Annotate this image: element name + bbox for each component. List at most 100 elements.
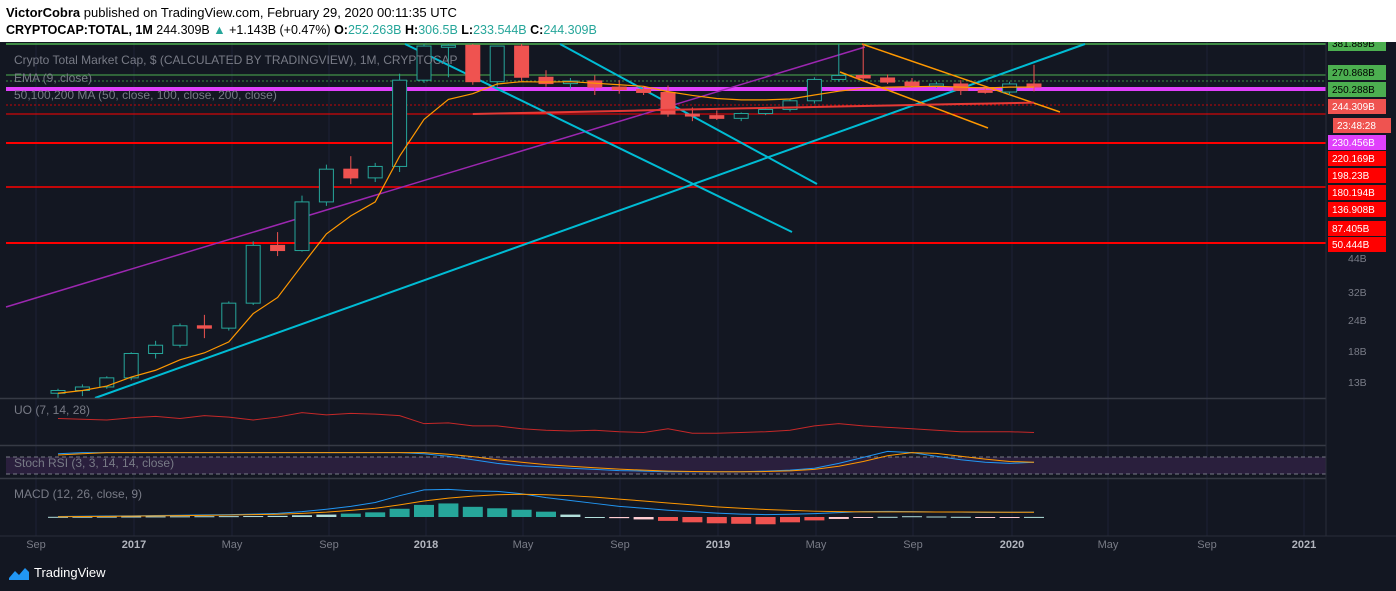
legend-ema: EMA (9, close) — [14, 71, 92, 85]
stoch-legend: Stoch RSI (3, 3, 14, 14, close) — [14, 456, 174, 470]
candle — [1002, 83, 1018, 93]
tradingview-brand[interactable]: TradingView — [34, 565, 106, 580]
macd-hist-bar — [365, 512, 386, 517]
time-tick-label: 2018 — [414, 539, 438, 551]
macd-hist-bar — [999, 517, 1020, 518]
price-label-text: 270.868B — [1332, 68, 1375, 79]
legend-title: Crypto Total Market Cap, $ (CALCULATED B… — [14, 53, 457, 67]
price-tick-label: 13B — [1348, 377, 1367, 389]
chart-header: VictorCobra published on TradingView.com… — [0, 0, 1396, 42]
time-tick-label: 2021 — [1292, 539, 1316, 551]
macd-hist-bar — [414, 504, 434, 517]
author-name[interactable]: VictorCobra — [6, 5, 80, 20]
candle — [318, 168, 334, 203]
macd-hist-bar — [170, 516, 190, 518]
open-value: 252.263B — [347, 23, 402, 37]
macd-hist-bar — [316, 514, 337, 517]
time-tick-label: 2020 — [1000, 539, 1024, 551]
macd-hist-bar — [877, 516, 898, 518]
candle — [709, 115, 725, 119]
time-tick-label: 2019 — [706, 539, 730, 551]
time-tick-label: Sep — [610, 539, 630, 551]
time-tick-label: May — [222, 539, 243, 551]
candle — [294, 201, 310, 252]
ohlc-line: CRYPTOCAP:TOTAL, 1M 244.309B ▲ +1.143B (… — [6, 23, 597, 37]
candle — [465, 44, 481, 83]
price-label-text: 244.309B — [1332, 102, 1375, 113]
legend-ma: 50,100,200 MA (50, close, 100, close, 20… — [14, 88, 277, 102]
macd-hist-bar — [706, 517, 727, 524]
candle — [758, 108, 774, 115]
candle — [123, 352, 139, 379]
time-tick-label: May — [806, 539, 827, 551]
macd-hist-bar — [243, 516, 264, 518]
macd-hist-bar — [731, 517, 752, 524]
macd-hist-bar — [194, 516, 215, 518]
price-label-text: 381.889B — [1332, 42, 1375, 50]
price-label-text: 136.908B — [1332, 205, 1375, 216]
time-tick-label: 2017 — [122, 539, 146, 551]
candle — [684, 113, 700, 117]
macd-hist-bar — [609, 517, 630, 519]
time-tick-label: Sep — [1197, 539, 1217, 551]
candle — [172, 325, 188, 346]
macd-hist-bar — [340, 513, 361, 517]
candle — [489, 45, 505, 83]
price-label-text: 23:48:28 — [1337, 121, 1376, 132]
price-label-text: 250.288B — [1332, 85, 1375, 96]
footer: TradingView — [0, 556, 1396, 591]
price-label-text: 87.405B — [1332, 224, 1370, 235]
time-tick-label: Sep — [903, 539, 923, 551]
candle — [904, 81, 920, 87]
candle — [148, 344, 164, 354]
candle — [343, 168, 359, 179]
price-label-text: 50.444B — [1332, 240, 1370, 251]
high-label: H: — [404, 23, 419, 37]
macd-hist-bar — [1024, 516, 1044, 518]
macd-hist-bar — [584, 517, 605, 518]
price-label-text: 198.23B — [1332, 171, 1370, 182]
candle — [514, 45, 530, 78]
candle — [928, 83, 944, 87]
macd-hist-bar — [267, 515, 288, 517]
macd-hist-bar — [975, 517, 996, 518]
change-up-icon: ▲ — [213, 23, 226, 37]
macd-hist-bar — [804, 517, 825, 521]
macd-hist-bar — [853, 517, 874, 518]
candle — [806, 78, 822, 102]
candle — [636, 89, 652, 93]
candle — [245, 244, 261, 304]
price-label-text: 180.194B — [1332, 188, 1375, 199]
macd-hist-bar — [145, 516, 166, 518]
candle — [855, 74, 871, 79]
price-axis[interactable]: 44B 32B 24B 18B 13B 381.889B 270.868B 250.288B 2… — [1325, 42, 1396, 536]
uo-legend: UO (7, 14, 28) — [14, 403, 90, 417]
price-change: +1.143B (+0.47%) — [229, 23, 331, 37]
macd-hist-bar — [780, 517, 800, 523]
macd-hist-bar — [633, 517, 654, 520]
time-tick-label: May — [1098, 539, 1119, 551]
candle — [367, 165, 383, 179]
macd-legend: MACD (12, 26, close, 9) — [14, 487, 142, 501]
price-label-text: 230.456B — [1332, 138, 1375, 149]
price-tick-label: 24B — [1348, 315, 1367, 327]
chart-canvas[interactable]: 80.0040.000.000 44B32B24B18B13B381.889B2… — [0, 42, 1396, 556]
macd-hist-bar — [755, 517, 776, 525]
macd-hist-bar — [828, 517, 849, 519]
macd-hist-bar — [536, 511, 556, 517]
time-tick-label: Sep — [319, 539, 339, 551]
macd-hist-bar — [487, 508, 508, 517]
price-tick-label: 18B — [1348, 346, 1367, 358]
candle — [977, 89, 993, 93]
macd-hist-bar — [462, 506, 483, 517]
low-value: 233.544B — [473, 23, 527, 37]
macd-hist-bar — [560, 514, 581, 517]
last-price: 244.309B — [156, 23, 210, 37]
close-value: 244.309B — [543, 23, 597, 37]
candle — [440, 44, 456, 48]
published-text: published on TradingView.com, February 2… — [83, 5, 457, 20]
macd-hist-bar — [658, 517, 678, 521]
candle — [392, 79, 408, 167]
high-value: 306.5B — [418, 23, 458, 37]
candle — [831, 74, 847, 80]
